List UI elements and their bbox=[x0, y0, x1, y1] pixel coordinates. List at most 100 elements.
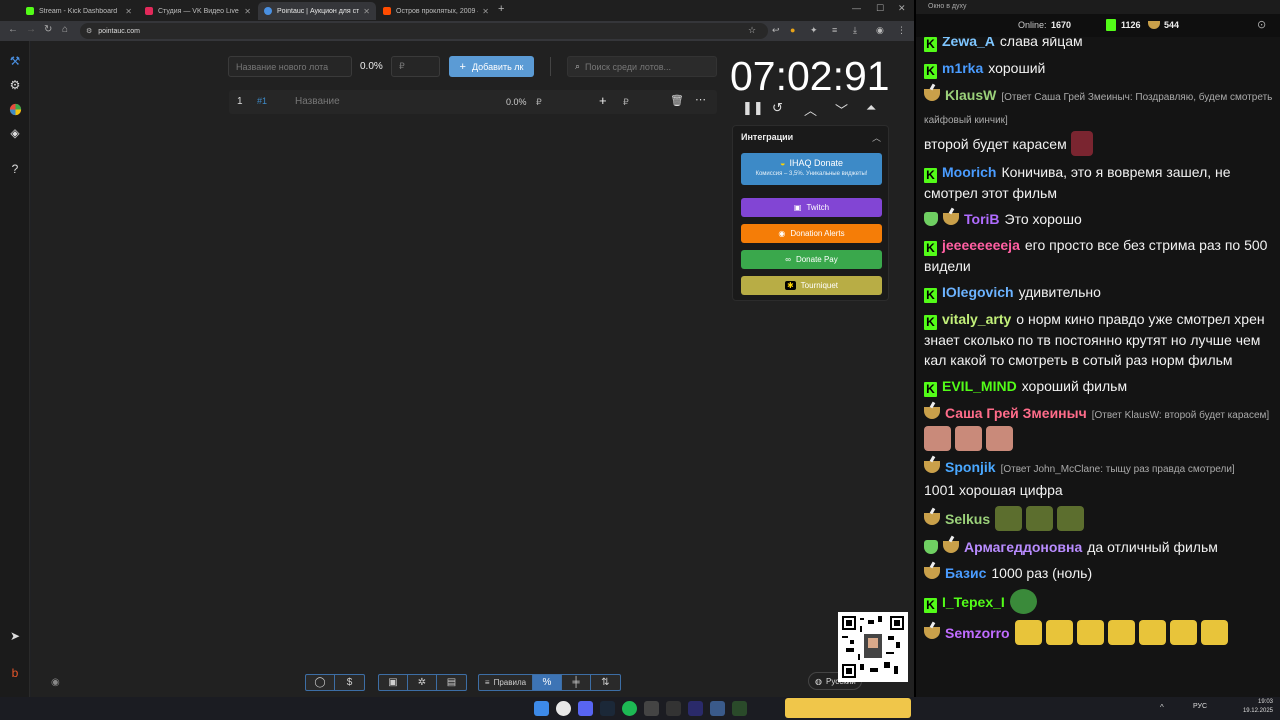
settings-gear-icon[interactable]: ⚙ bbox=[7, 77, 23, 93]
chat-username[interactable]: jeeeeeeeeja bbox=[942, 237, 1020, 253]
close-icon[interactable]: ✕ bbox=[363, 7, 370, 16]
tab-vk-studio[interactable]: Студия — VK Видео Live ✕ bbox=[139, 2, 257, 20]
tray-chevron-icon[interactable]: ^ bbox=[1160, 703, 1164, 712]
sort-icon[interactable]: ⇅ bbox=[591, 675, 620, 690]
pause-icon[interactable]: ❚❚ bbox=[742, 100, 764, 116]
search-input[interactable]: ⌕ Поиск среди лотов... bbox=[567, 56, 717, 77]
lot-id: #1 bbox=[257, 96, 268, 106]
lot-name-input[interactable]: Название нового лота bbox=[228, 56, 352, 77]
collapse-chevron-icon[interactable]: ︿ bbox=[872, 131, 881, 144]
tab-kick-dashboard[interactable]: Stream - Kick Dashboard ✕ bbox=[20, 2, 138, 20]
chat-username[interactable]: Sponjik bbox=[945, 459, 996, 475]
boosty-icon[interactable]: b bbox=[7, 665, 23, 681]
profile-icon[interactable]: ◉ bbox=[876, 25, 884, 36]
github-icon[interactable]: ◯ bbox=[306, 675, 335, 690]
chat-username[interactable]: vitaly_arty bbox=[942, 311, 1011, 327]
add-amount-icon[interactable]: + bbox=[599, 93, 607, 108]
chat-reply: [Ответ John_McClane: тыщу раз правда смо… bbox=[1000, 464, 1235, 475]
auction-hammer-icon[interactable]: ⚒ bbox=[7, 53, 23, 69]
ihaq-donate-button[interactable]: ◒ IHAQ Donate Комиссия – 3,5%. Уникальные… bbox=[741, 153, 882, 185]
clear-icon[interactable]: ▤ bbox=[437, 675, 466, 690]
chat-username[interactable]: Армагеддоновна bbox=[964, 539, 1082, 555]
double-chevron-up-icon[interactable]: ⏶ bbox=[866, 100, 876, 116]
bug-icon[interactable]: ✲ bbox=[408, 675, 437, 690]
add-lot-button[interactable]: + Добавить лк bbox=[449, 56, 534, 77]
extensions-puzzle-icon[interactable]: ✦ bbox=[810, 25, 818, 36]
bottom-toolbar-actions: ▣ ✲ ▤ bbox=[378, 674, 467, 691]
chat-username[interactable]: EVIL_MIND bbox=[942, 378, 1017, 394]
more-icon[interactable]: ⋮ bbox=[897, 25, 906, 36]
rules-button[interactable]: ≡ Правила bbox=[479, 675, 533, 690]
maximize-icon[interactable]: ☐ bbox=[876, 3, 884, 14]
app-icon[interactable] bbox=[666, 701, 681, 716]
tourniquet-button[interactable]: ✱ Tourniquet bbox=[741, 276, 882, 295]
bookmark-star-icon[interactable]: ☆ bbox=[748, 25, 756, 36]
site-info-icon[interactable]: ⚙ bbox=[86, 27, 92, 35]
download-icon[interactable]: ⤓ bbox=[853, 25, 857, 36]
chat-username[interactable]: KlausW bbox=[945, 87, 996, 103]
chat-username[interactable]: I_Tepex_I bbox=[942, 594, 1005, 610]
chat-username[interactable]: Moorich bbox=[942, 164, 996, 180]
obs-icon[interactable] bbox=[644, 701, 659, 716]
meme-party-widget[interactable] bbox=[785, 698, 911, 718]
bottom-toolbar-links: ◯ $ bbox=[305, 674, 365, 691]
address-bar[interactable]: ⚙ pointauc.com bbox=[80, 23, 768, 39]
help-icon[interactable]: ? bbox=[7, 161, 23, 177]
spotify-icon[interactable] bbox=[622, 701, 637, 716]
chat-username[interactable]: Semzorro bbox=[945, 625, 1010, 641]
chevron-up-icon[interactable]: ︿ bbox=[804, 100, 817, 119]
lot-row[interactable]: 1 #1 Название 0.0% ₽ + ₽ 🗑 ⋯ bbox=[229, 90, 717, 114]
chat-username[interactable]: m1rka bbox=[942, 60, 983, 76]
lot-amount-field[interactable]: ₽ bbox=[623, 97, 629, 108]
back-icon[interactable]: ← bbox=[8, 24, 18, 35]
split-icon[interactable]: ╪ bbox=[562, 675, 591, 690]
settings-icon[interactable]: ⊙ bbox=[1257, 18, 1266, 31]
input-language[interactable]: РУС bbox=[1193, 703, 1207, 710]
forward-icon[interactable]: → bbox=[26, 24, 36, 35]
chat-username[interactable]: Zewa_A bbox=[942, 37, 995, 49]
chat-username[interactable]: Базис bbox=[945, 565, 986, 581]
wheel-icon[interactable] bbox=[7, 101, 23, 117]
home-icon[interactable]: ⌂ bbox=[62, 24, 68, 35]
donate-pay-button[interactable]: ∞ Donate Pay bbox=[741, 250, 882, 269]
chat-username[interactable]: ToriB bbox=[964, 211, 1000, 227]
reset-icon[interactable]: ↺ bbox=[772, 100, 783, 116]
lot-amount-input[interactable]: ₽ bbox=[391, 56, 440, 77]
trash-icon[interactable]: 🗑 bbox=[670, 94, 684, 107]
more-options-icon[interactable]: ⋯ bbox=[695, 93, 706, 106]
new-tab-button[interactable]: + bbox=[498, 3, 504, 15]
twitch-button[interactable]: ▣ Twitch bbox=[741, 198, 882, 217]
minimize-icon[interactable]: — bbox=[852, 3, 861, 13]
close-window-icon[interactable]: ✕ bbox=[898, 3, 906, 14]
chrome-icon[interactable] bbox=[556, 701, 571, 716]
tab-movie[interactable]: Остров проклятых, 2009 — см ✕ bbox=[377, 2, 495, 20]
donation-alerts-button[interactable]: ◉ Donation Alerts bbox=[741, 224, 882, 243]
active-app-icon[interactable] bbox=[710, 701, 725, 716]
save-icon[interactable]: ▣ bbox=[379, 675, 408, 690]
tab-pointauc[interactable]: Pointauc | Аукцион для стриме ✕ bbox=[258, 2, 376, 20]
extension-icon[interactable]: ↩ bbox=[772, 25, 780, 36]
chevron-down-icon[interactable]: ﹀ bbox=[835, 100, 848, 119]
app-icon[interactable] bbox=[732, 701, 747, 716]
windows-start-icon[interactable] bbox=[534, 701, 549, 716]
steam-icon[interactable] bbox=[600, 701, 615, 716]
close-icon[interactable]: ✕ bbox=[125, 7, 132, 16]
close-icon[interactable]: ✕ bbox=[244, 7, 251, 16]
chat-username[interactable]: Selkus bbox=[945, 511, 990, 527]
telegram-icon[interactable]: ➤ bbox=[7, 628, 23, 644]
clock-time[interactable]: 19:03 bbox=[1243, 699, 1273, 705]
close-icon[interactable]: ✕ bbox=[482, 7, 489, 16]
discord-icon[interactable] bbox=[578, 701, 593, 716]
eye-icon[interactable]: ◉ bbox=[51, 677, 60, 688]
chat-username[interactable]: IOlegovich bbox=[942, 284, 1014, 300]
cookie-extension-icon[interactable]: ● bbox=[790, 25, 795, 35]
clock-date[interactable]: 19.12.2025 bbox=[1238, 708, 1273, 714]
chat-username[interactable]: Саша Грей Змеиныч bbox=[945, 405, 1087, 421]
lot-name-field[interactable]: Название bbox=[295, 96, 340, 107]
percent-toggle[interactable]: % bbox=[533, 675, 562, 690]
layers-icon[interactable]: ◈ bbox=[7, 125, 23, 141]
dollar-icon[interactable]: $ bbox=[335, 675, 364, 690]
menu-icon[interactable]: ≡ bbox=[832, 25, 837, 35]
reload-icon[interactable]: ↻ bbox=[44, 24, 52, 35]
media-player-icon[interactable] bbox=[688, 701, 703, 716]
